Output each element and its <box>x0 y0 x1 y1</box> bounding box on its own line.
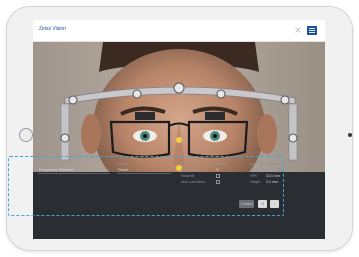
head-posture-label: Head posture compensation <box>181 162 226 166</box>
lens-type-value: Progressive Standard <box>39 168 74 172</box>
front-camera <box>348 133 352 137</box>
app-title: Zeiss Vision <box>39 26 66 32</box>
home-button[interactable] <box>19 128 33 142</box>
chevron-down-icon: ▾ <box>168 168 170 172</box>
head-tilt-label: Head tilt <box>181 174 195 178</box>
frame-select[interactable]: Plastic ▾ <box>117 167 171 174</box>
head-rotation-label: Head rotation <box>181 168 203 172</box>
close-icon[interactable] <box>295 27 301 33</box>
manual-adjustment-label: Manual adjustment <box>250 162 281 166</box>
face-image <box>33 42 325 172</box>
head-rotation-value: 0° <box>216 168 220 172</box>
pd-checkbox[interactable] <box>278 168 282 172</box>
undo-icon[interactable]: ↺ <box>258 200 267 208</box>
auto-correction-label: Auto correction <box>181 180 206 184</box>
head-tilt-checkbox[interactable] <box>216 174 220 178</box>
height-label: Height <box>250 180 261 184</box>
hpv-value[interactable]: 33.0 mm <box>266 174 280 178</box>
camera-view <box>33 42 325 172</box>
lens-type-label: Lens Type <box>38 162 55 166</box>
hpv-label: HPV <box>250 174 258 178</box>
pd-label: PD/2 Corne <box>250 168 269 172</box>
frame-label: Frame <box>117 162 128 166</box>
top-bar: Zeiss Vision <box>33 20 325 42</box>
frame-value: Plastic <box>118 168 129 172</box>
auto-correction-checkbox[interactable] <box>216 180 220 184</box>
chevron-down-icon: ▾ <box>107 168 109 172</box>
next-icon[interactable]: › <box>270 200 279 208</box>
lens-type-select[interactable]: Progressive Standard ▾ <box>38 167 110 174</box>
menu-icon[interactable] <box>307 26 317 35</box>
height-value[interactable]: 0.0 mm <box>266 180 278 184</box>
confirm-button[interactable]: Confirm <box>239 200 254 208</box>
